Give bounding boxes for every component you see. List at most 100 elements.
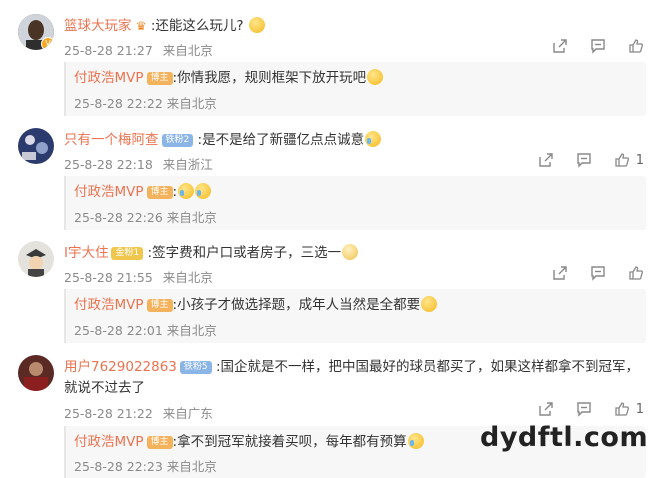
username-link[interactable]: 篮球大玩家 — [64, 18, 132, 34]
comment-meta: 25-8-28 22:18 来自浙江 — [64, 154, 213, 173]
cat-emoji — [342, 244, 359, 260]
thumbs-up-icon — [629, 39, 643, 53]
blogger-badge: 博主 — [146, 72, 173, 85]
username-link[interactable]: 用户7629022863 — [64, 359, 177, 375]
avatar[interactable]: V — [18, 14, 54, 50]
blogger-badge: 博主 — [146, 186, 173, 199]
reply-button[interactable] — [590, 38, 606, 54]
like-button[interactable]: 1 — [614, 152, 644, 168]
comment-line: 用户7629022863 铁粉5 :国企就是不一样，把中国最好的球员都买了，如果这… — [64, 357, 639, 377]
comment-text: :还能这么玩儿? — [150, 18, 244, 34]
comment-actions — [552, 38, 644, 54]
laugh-cry-emoji — [365, 131, 382, 147]
avatar[interactable] — [18, 128, 54, 164]
share-button[interactable] — [552, 38, 568, 54]
comment-icon — [591, 39, 605, 54]
fan-badge: 铁粉2 — [161, 134, 194, 147]
blogger-badge: 博主 — [146, 299, 173, 312]
like-button[interactable]: 1 — [614, 401, 644, 417]
reply-location: 来自北京 — [166, 459, 217, 474]
thumbs-up-icon — [615, 153, 629, 167]
thumbs-up-icon — [629, 266, 643, 280]
laugh-cry-emoji — [178, 183, 195, 199]
comment-line: 只有一个梅阿查 铁粉2 :是不是给了新疆亿点点诚意 — [64, 130, 382, 150]
reply-button[interactable] — [576, 401, 592, 417]
reply-text: :你情我愿，规则框架下放开玩吧 — [172, 70, 367, 86]
reply-username-link[interactable]: 付政浩MVP — [74, 184, 144, 200]
comment-location: 来自浙江 — [162, 157, 213, 172]
comment-date: 25-8-28 21:27 — [64, 43, 153, 58]
fan-badge: 铁粉5 — [179, 361, 212, 374]
reply-text: :拿不到冠军就接着买呗，每年都有预算 — [172, 434, 407, 450]
like-button[interactable] — [628, 38, 644, 54]
watermark-text: dydftl.com — [480, 422, 649, 453]
surprised-emoji — [248, 17, 265, 33]
like-count: 1 — [635, 152, 644, 168]
reply-username-link[interactable]: 付政浩MVP — [74, 70, 144, 86]
user-portrait-icon — [18, 128, 54, 164]
like-count: 1 — [635, 401, 644, 417]
reply-date: 25-8-28 22:01 — [74, 323, 163, 338]
comment-location: 来自北京 — [162, 270, 213, 285]
laugh-emoji — [367, 69, 384, 85]
crown-icon: ♛ — [135, 19, 147, 33]
reply-meta: 25-8-28 22:22 来自北京 — [74, 93, 217, 112]
fan-badge: 金粉1 — [111, 247, 144, 260]
comment-meta: 25-8-28 21:27 来自北京 — [64, 40, 213, 59]
like-button[interactable] — [628, 265, 644, 281]
reply-location: 来自北京 — [166, 210, 217, 225]
blogger-badge: 博主 — [146, 436, 173, 449]
comment-date: 25-8-28 22:18 — [64, 157, 153, 172]
comment-line: 篮球大玩家 ♛ :还能这么玩儿? — [64, 16, 265, 36]
reply-location: 来自北京 — [166, 323, 217, 338]
laugh-emoji — [421, 296, 438, 312]
comment-text: :是不是给了新疆亿点点诚意 — [197, 132, 365, 148]
reply-line: 付政浩MVP 博主:小孩子才做选择题，成年人当然是全都要 — [74, 293, 438, 313]
reply-box: 付政浩MVP 博主:小孩子才做选择题，成年人当然是全都要 25-8-28 22:0… — [64, 289, 646, 343]
share-button[interactable] — [552, 265, 568, 281]
comment-date: 25-8-28 21:55 — [64, 270, 153, 285]
reply-box: 付政浩MVP 博主:你情我愿，规则框架下放开玩吧 25-8-28 22:22 来自… — [64, 62, 646, 116]
comment-actions — [552, 265, 644, 281]
reply-username-link[interactable]: 付政浩MVP — [74, 297, 144, 313]
comment-meta: 25-8-28 21:22 来自广东 — [64, 403, 213, 422]
share-icon — [553, 266, 567, 280]
reply-meta: 25-8-28 22:01 来自北京 — [74, 320, 217, 339]
comment-icon — [591, 266, 605, 281]
reply-meta: 25-8-28 22:26 来自北京 — [74, 207, 217, 226]
comment-text: 就说不过去了 — [64, 380, 145, 396]
reply-location: 来自北京 — [166, 96, 217, 111]
reply-line: 付政浩MVP 博主:你情我愿，规则框架下放开玩吧 — [74, 66, 384, 86]
share-button[interactable] — [538, 152, 554, 168]
username-link[interactable]: 只有一个梅阿查 — [64, 132, 159, 148]
comment-line: I宇大住 金粉1 :签字费和户口或者房子，三选一 — [64, 243, 359, 263]
reply-button[interactable] — [590, 265, 606, 281]
reply-text: :小孩子才做选择题，成年人当然是全都要 — [172, 297, 421, 313]
reply-meta: 25-8-28 22:23 来自北京 — [74, 456, 217, 475]
user-portrait-icon — [18, 355, 54, 391]
share-icon — [553, 39, 567, 53]
avatar[interactable] — [18, 241, 54, 277]
username-link[interactable]: I宇大住 — [64, 245, 108, 261]
comment-icon — [577, 402, 591, 417]
share-button[interactable] — [538, 401, 554, 417]
comment-line-continued: 就说不过去了 — [64, 378, 145, 398]
avatar[interactable] — [18, 355, 54, 391]
comment-location: 来自广东 — [162, 406, 213, 421]
reply-date: 25-8-28 22:26 — [74, 210, 163, 225]
reply-line: 付政浩MVP 博主: — [74, 180, 212, 200]
reply-text: : — [172, 184, 178, 200]
reply-line: 付政浩MVP 博主:拿不到冠军就接着买呗，每年都有预算 — [74, 430, 424, 450]
reply-username-link[interactable]: 付政浩MVP — [74, 434, 144, 450]
cry-emoji — [407, 433, 424, 449]
share-icon — [539, 153, 553, 167]
reply-box: 付政浩MVP 博主: 25-8-28 22:26 来自北京 — [64, 176, 646, 230]
comment-actions: 1 — [538, 401, 644, 417]
share-icon — [539, 402, 553, 416]
comment-icon — [577, 153, 591, 168]
comment-actions: 1 — [538, 152, 644, 168]
comment-date: 25-8-28 21:22 — [64, 406, 153, 421]
reply-button[interactable] — [576, 152, 592, 168]
laugh-cry-emoji — [195, 183, 212, 199]
reply-date: 25-8-28 22:23 — [74, 459, 163, 474]
